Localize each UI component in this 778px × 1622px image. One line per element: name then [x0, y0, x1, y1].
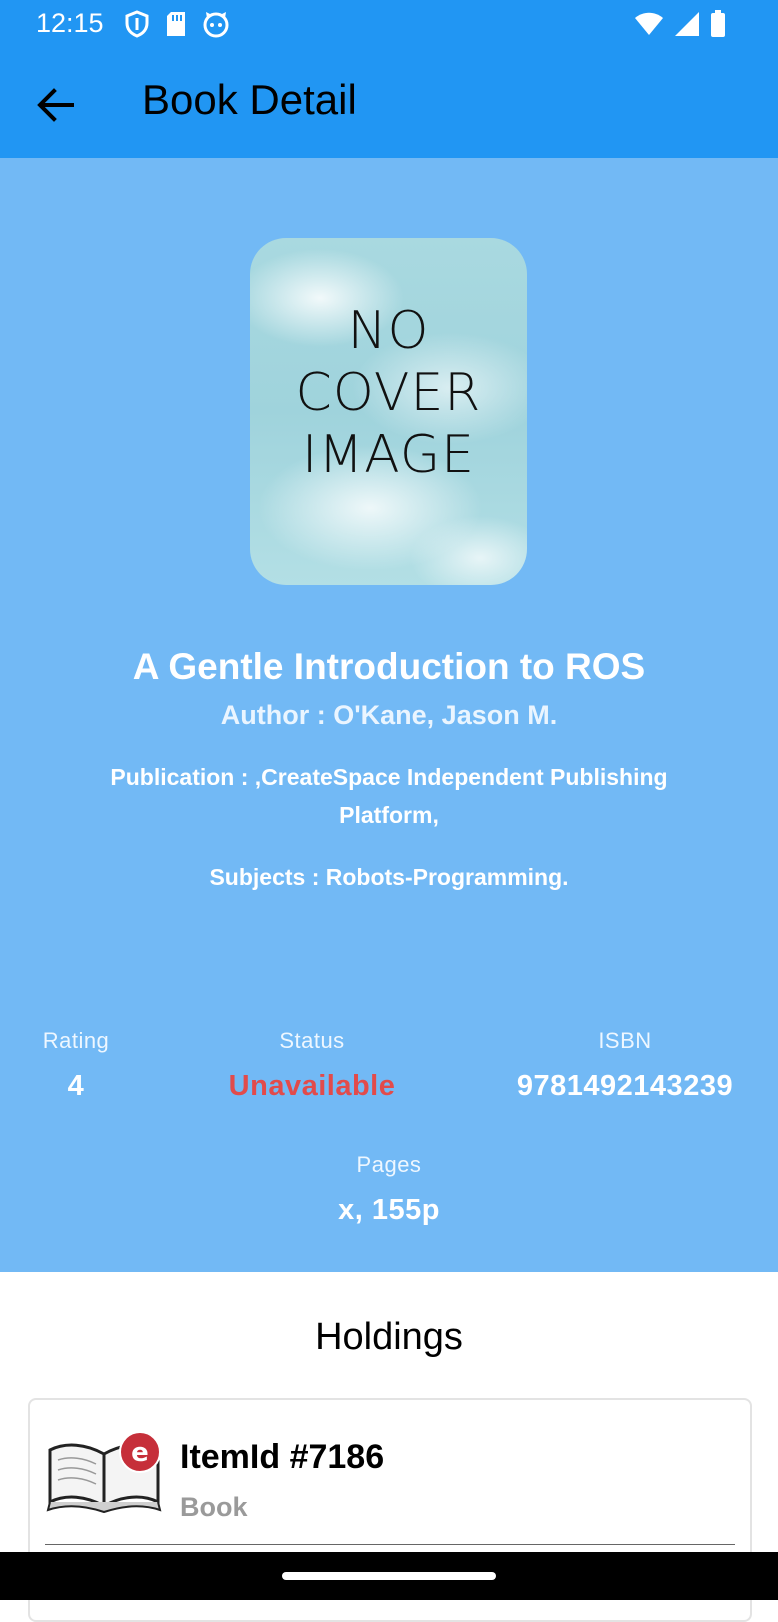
holding-item-id: ItemId #7186: [180, 1438, 385, 1476]
shield-icon: [125, 10, 149, 38]
pages-value: x, 155p: [338, 1194, 440, 1226]
status-time: 12:15: [36, 8, 104, 38]
arrow-back-icon: [37, 88, 74, 122]
divider: [45, 1544, 735, 1545]
book-cover-image: NO COVER IMAGE: [250, 238, 527, 585]
book-detail-panel: NO COVER IMAGE A Gentle Introduction to …: [0, 158, 778, 1272]
pages-label: Pages: [356, 1152, 422, 1177]
holding-item-type: Book: [180, 1492, 248, 1522]
rating-label: Rating: [42, 1028, 110, 1053]
stat-rating: Rating 4: [20, 1028, 132, 1103]
sd-card-icon: [167, 12, 185, 36]
status-bar: 12:15: [0, 0, 778, 48]
wifi-icon: [635, 12, 663, 35]
rating-value: 4: [67, 1070, 85, 1102]
ebook-icon: e: [46, 1431, 162, 1514]
status-icons-right: [634, 10, 726, 38]
app-bar: Book Detail: [0, 48, 778, 158]
book-title: A Gentle Introduction to ROS: [132, 646, 646, 687]
back-button[interactable]: [30, 80, 80, 130]
cover-placeholder-text: NO COVER IMAGE: [295, 301, 482, 485]
system-nav-bar: [0, 1552, 778, 1600]
isbn-value: 9781492143239: [516, 1070, 734, 1102]
stat-isbn: ISBN 9781492143239: [500, 1028, 750, 1103]
svg-text:e: e: [131, 1438, 149, 1468]
book-subjects: Subjects : Robots-Programming.: [209, 864, 569, 890]
stat-pages: Pages x, 155p: [289, 1152, 489, 1227]
holdings-heading: Holdings: [315, 1316, 463, 1358]
isbn-label: ISBN: [598, 1028, 652, 1053]
signal-icon: [675, 12, 699, 36]
status-value: Unavailable: [228, 1070, 396, 1102]
status-label: Status: [279, 1028, 345, 1053]
book-publication: Publication : ,CreateSpace Independent P…: [110, 764, 668, 828]
status-icons-left: [124, 10, 230, 38]
stat-status: Status Unavailable: [202, 1028, 422, 1103]
cat-icon: [203, 12, 229, 38]
home-gesture-handle[interactable]: [282, 1572, 496, 1580]
page-title: Book Detail: [142, 76, 357, 123]
book-author: Author : O'Kane, Jason M.: [220, 700, 558, 730]
battery-icon: [711, 10, 725, 37]
